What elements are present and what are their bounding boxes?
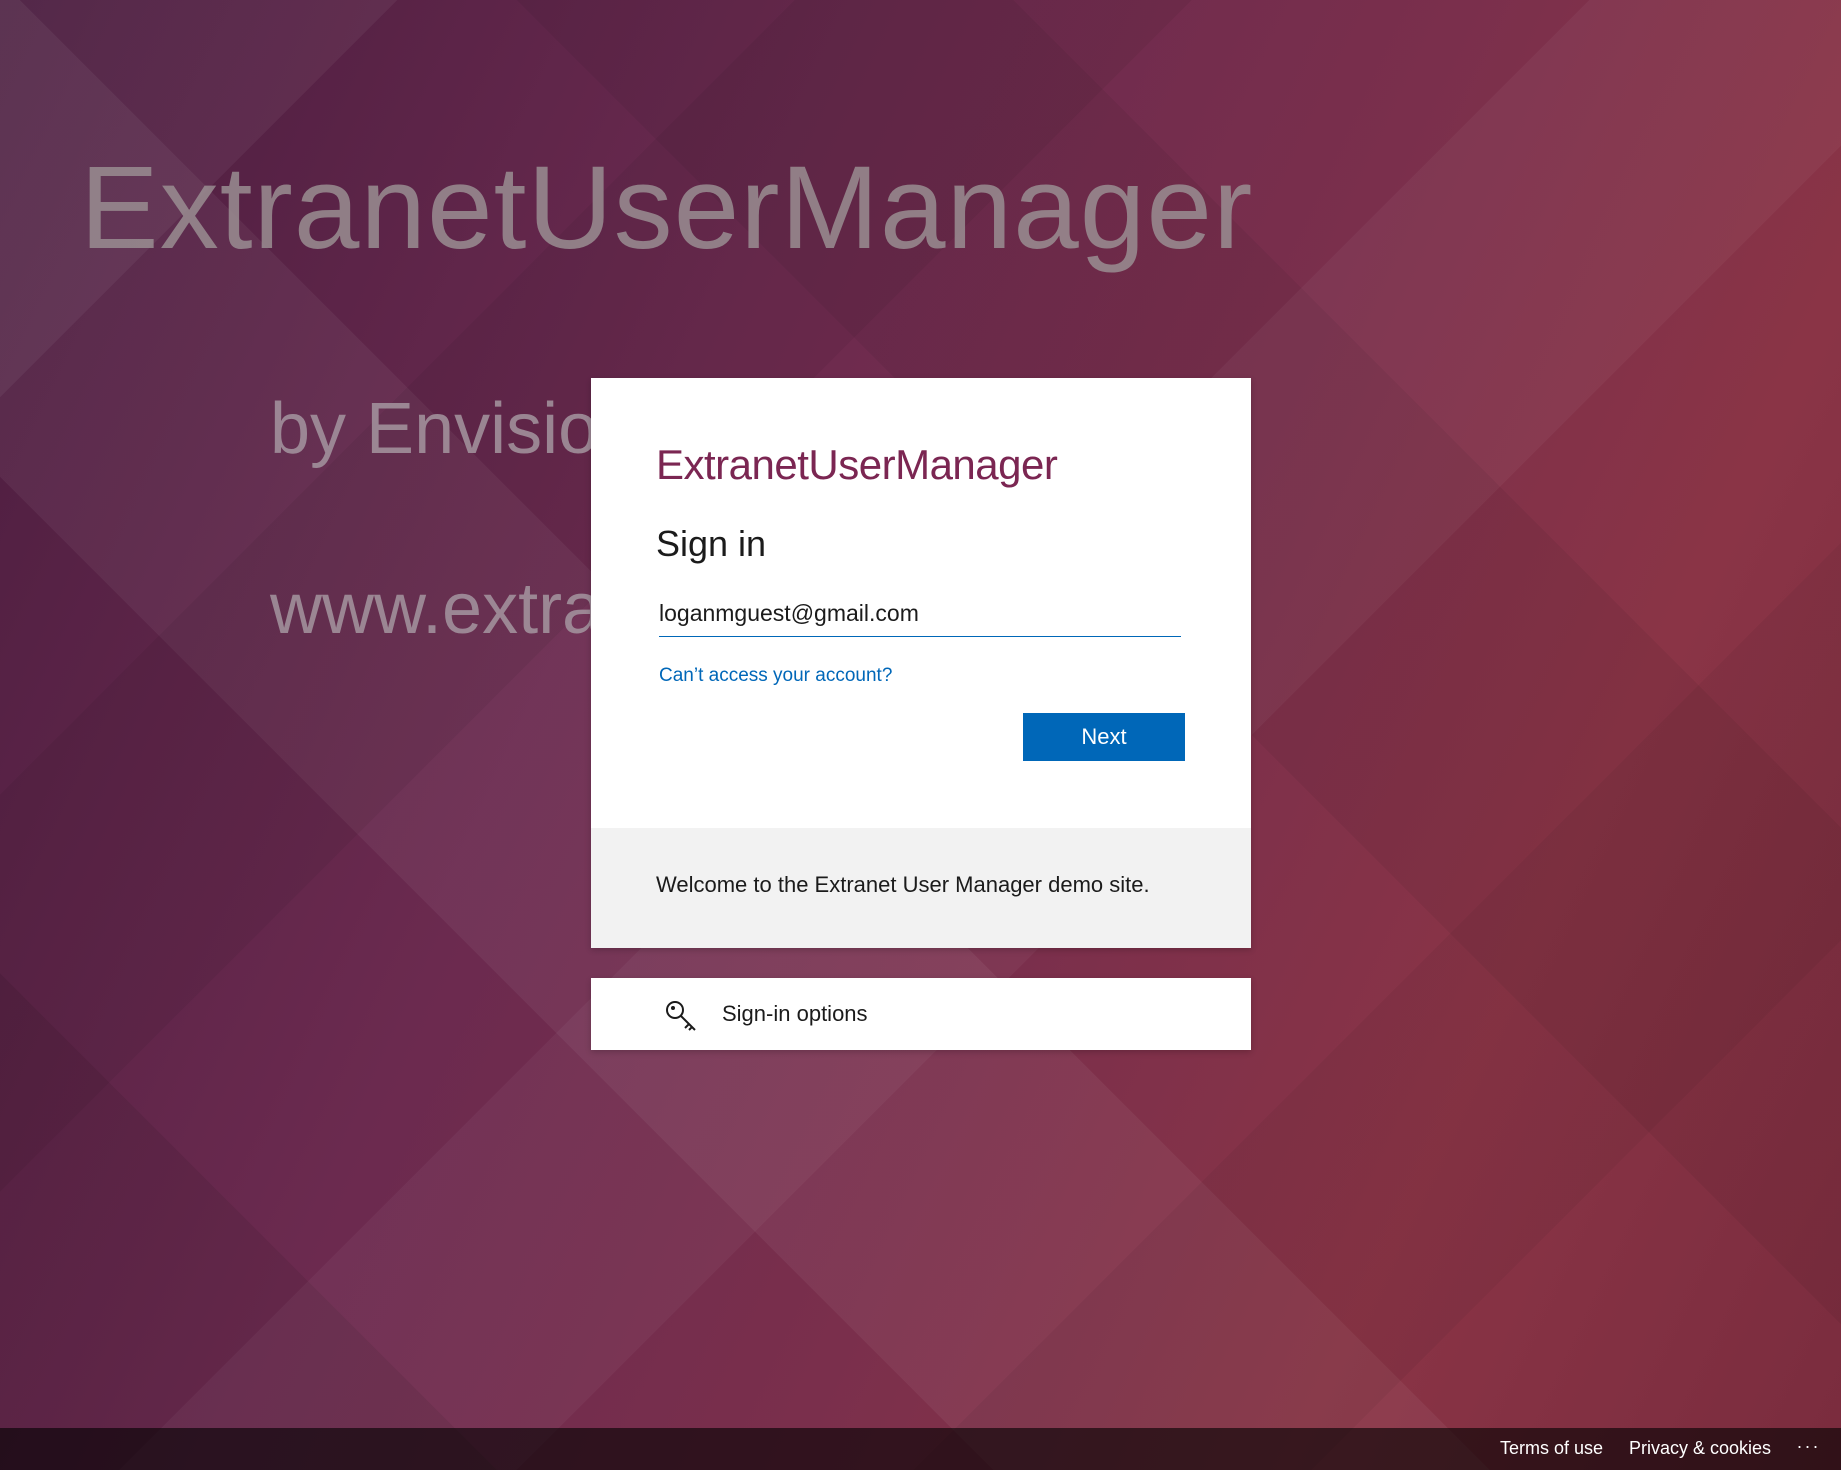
more-options-icon[interactable]: ... <box>1797 1432 1821 1453</box>
footer: Terms of use Privacy & cookies ... <box>0 1428 1841 1470</box>
cant-access-account-link[interactable]: Can’t access your account? <box>659 665 892 687</box>
email-field[interactable] <box>659 590 1181 637</box>
page-title: Sign in <box>656 523 767 564</box>
brand-logo: ExtranetUserManager <box>656 441 1058 488</box>
privacy-link[interactable]: Privacy & cookies <box>1629 1438 1771 1459</box>
background-by-text: by Envisio <box>270 389 599 469</box>
signin-options-label: Sign-in options <box>722 1001 868 1026</box>
background-logo: ExtranetUserManager <box>80 142 1254 274</box>
background-url-text: www.extra <box>270 569 603 649</box>
key-icon <box>666 1001 696 1031</box>
welcome-message: Welcome to the Extranet User Manager dem… <box>656 872 1150 897</box>
welcome-banner: Welcome to the Extranet User Manager dem… <box>591 828 1251 948</box>
signin-options-button[interactable]: Sign-in options <box>591 978 1251 1050</box>
terms-link[interactable]: Terms of use <box>1500 1438 1603 1459</box>
signin-card: ExtranetUserManager Sign in Can’t access… <box>591 378 1251 948</box>
next-button[interactable]: Next <box>1023 713 1185 761</box>
